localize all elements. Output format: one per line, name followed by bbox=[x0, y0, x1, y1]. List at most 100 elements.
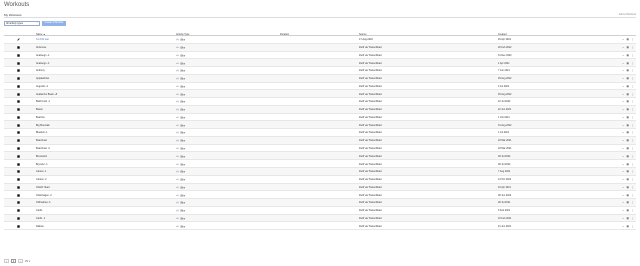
more-menu-icon[interactable]: ⋮ bbox=[631, 131, 634, 134]
workout-name[interactable]: Avalanche Basin +5 bbox=[36, 93, 57, 96]
calendar-icon[interactable]: ▦ bbox=[626, 77, 628, 80]
chart-icon[interactable]: ~ bbox=[622, 163, 624, 166]
workout-name[interactable]: Bluebell -1 bbox=[36, 131, 47, 134]
chart-icon[interactable]: ~ bbox=[622, 225, 624, 228]
workout-name[interactable]: Analisegn -4 bbox=[36, 62, 49, 65]
table-row[interactable]: Big Mountain Bike Zwift via TrainerRoad 31 … bbox=[4, 121, 636, 130]
more-menu-icon[interactable]: ⋮ bbox=[631, 178, 634, 181]
workout-name[interactable]: Dakota bbox=[36, 225, 44, 228]
more-menu-icon[interactable]: ⋮ bbox=[631, 116, 634, 119]
table-row[interactable]: Boardman Bike Zwift via TrainerRoad 18 Mar … bbox=[4, 136, 636, 145]
calendar-icon[interactable]: ▦ bbox=[626, 163, 628, 166]
more-menu-icon[interactable]: ⋮ bbox=[631, 217, 634, 220]
table-row[interactable]: Anthony Bike Zwift via TrainerRoad 7 Jun 20… bbox=[4, 67, 636, 75]
prev-page-button[interactable]: ‹ bbox=[4, 259, 9, 263]
calendar-icon[interactable]: ▦ bbox=[626, 62, 628, 65]
workout-name[interactable]: Chihuahua -3 bbox=[36, 201, 50, 204]
chart-icon[interactable]: ~ bbox=[622, 147, 624, 150]
more-menu-icon[interactable]: ⋮ bbox=[631, 201, 634, 204]
more-menu-icon[interactable]: ⋮ bbox=[631, 54, 634, 57]
chart-icon[interactable]: ~ bbox=[622, 38, 624, 41]
chart-icon[interactable]: ~ bbox=[622, 77, 624, 80]
table-row[interactable]: Boardman -2 Bike Zwift via TrainerRoad 18 M… bbox=[4, 145, 636, 153]
workout-name[interactable]: Carlin bbox=[36, 209, 42, 212]
more-menu-icon[interactable]: ⋮ bbox=[631, 194, 634, 197]
per-page-select[interactable]: 25 ▾ bbox=[25, 260, 30, 263]
workout-name[interactable]: Beatrice bbox=[36, 116, 45, 119]
calendar-icon[interactable]: ▦ bbox=[626, 225, 628, 228]
workout-name[interactable]: Appalachian bbox=[36, 77, 49, 80]
workout-name[interactable]: Bald Knob -1 bbox=[36, 100, 50, 103]
calendar-icon[interactable]: ▦ bbox=[626, 147, 628, 150]
chart-icon[interactable]: ~ bbox=[622, 54, 624, 57]
more-menu-icon[interactable]: ⋮ bbox=[631, 69, 634, 72]
table-row[interactable]: Augustin -1 Bike Zwift via TrainerRoad 3 Ju… bbox=[4, 83, 636, 91]
more-menu-icon[interactable]: ⋮ bbox=[631, 225, 634, 228]
calendar-icon[interactable]: ▦ bbox=[626, 108, 628, 111]
table-row[interactable]: Ardennes Bike Zwift via TrainerRoad 26 Feb … bbox=[4, 43, 636, 52]
workout-name[interactable]: Carson -2 bbox=[36, 178, 47, 181]
more-menu-icon[interactable]: ⋮ bbox=[631, 170, 634, 173]
calendar-icon[interactable]: ▦ bbox=[626, 186, 628, 189]
more-menu-icon[interactable]: ⋮ bbox=[631, 46, 634, 49]
more-menu-icon[interactable]: ⋮ bbox=[631, 147, 634, 150]
more-menu-icon[interactable]: ⋮ bbox=[631, 186, 634, 189]
activity-filter-select[interactable]: All activity types ⌄ bbox=[4, 21, 40, 26]
chart-icon[interactable]: ~ bbox=[622, 69, 624, 72]
workout-name[interactable]: Chatth Head bbox=[36, 186, 49, 189]
more-menu-icon[interactable]: ⋮ bbox=[631, 77, 634, 80]
more-menu-icon[interactable]: ⋮ bbox=[631, 124, 634, 127]
more-menu-icon[interactable]: ⋮ bbox=[631, 100, 634, 103]
more-menu-icon[interactable]: ⋮ bbox=[631, 85, 634, 88]
workout-name[interactable]: Boardman bbox=[36, 139, 47, 142]
table-row[interactable]: Chatth Head Bike Zwift via TrainerRoad 16 A… bbox=[4, 183, 636, 192]
calendar-icon[interactable]: ▦ bbox=[626, 155, 628, 158]
table-row[interactable]: Beatrice Bike Zwift via TrainerRoad 1 Oct 2… bbox=[4, 114, 636, 122]
calendar-icon[interactable]: ▦ bbox=[626, 124, 628, 127]
chart-icon[interactable]: ~ bbox=[622, 93, 624, 96]
table-row[interactable]: Bryceler -1 Bike Zwift via TrainerRoad 28 J… bbox=[4, 160, 636, 169]
workout-name[interactable]: Analisegn -2 bbox=[36, 54, 49, 57]
more-menu-icon[interactable]: ⋮ bbox=[631, 38, 634, 41]
workout-name[interactable]: Ardennes bbox=[36, 46, 46, 49]
table-row[interactable]: Carlin Bike Zwift via TrainerRoad 3 Feb 202… bbox=[4, 207, 636, 215]
more-menu-icon[interactable]: ⋮ bbox=[631, 93, 634, 96]
table-row[interactable]: Chatchagen -2 Bike Zwift via TrainerRoad 28… bbox=[4, 191, 636, 200]
calendar-icon[interactable]: ▦ bbox=[626, 131, 628, 134]
tab-my-workouts[interactable]: My Workouts bbox=[4, 13, 21, 17]
chart-icon[interactable]: ~ bbox=[622, 139, 624, 142]
chart-icon[interactable]: ~ bbox=[622, 209, 624, 212]
calendar-icon[interactable]: ▦ bbox=[626, 100, 628, 103]
workout-name[interactable]: Boardman -2 bbox=[36, 147, 50, 150]
calendar-icon[interactable]: ▦ bbox=[626, 54, 628, 57]
table-row[interactable]: Dakota Bike Zwift via TrainerRoad 21 Jun 20… bbox=[4, 222, 636, 231]
more-menu-icon[interactable]: ⋮ bbox=[631, 163, 634, 166]
chart-icon[interactable]: ~ bbox=[622, 194, 624, 197]
workout-name[interactable]: Brunswick bbox=[36, 155, 47, 158]
more-menu-icon[interactable]: ⋮ bbox=[631, 155, 634, 158]
chart-icon[interactable]: ~ bbox=[622, 178, 624, 181]
next-page-button[interactable]: › bbox=[18, 259, 23, 263]
table-row[interactable]: Bluebell -1 Bike Zwift via TrainerRoad 1 Ju… bbox=[4, 129, 636, 137]
more-menu-icon[interactable]: ⋮ bbox=[631, 62, 634, 65]
chart-icon[interactable]: ~ bbox=[622, 116, 624, 119]
table-row[interactable]: Baxter Bike Zwift via TrainerRoad 22 Jun 20… bbox=[4, 105, 636, 114]
workout-name[interactable]: Bryceler -1 bbox=[36, 163, 48, 166]
chart-icon[interactable]: ~ bbox=[622, 124, 624, 127]
chart-icon[interactable]: ~ bbox=[622, 85, 624, 88]
calendar-icon[interactable]: ▦ bbox=[626, 85, 628, 88]
calendar-icon[interactable]: ▦ bbox=[626, 69, 628, 72]
table-row[interactable]: Avalanche Basin +5 Bike Zwift via TrainerR… bbox=[4, 90, 636, 99]
chart-icon[interactable]: ~ bbox=[622, 170, 624, 173]
calendar-icon[interactable]: ▦ bbox=[626, 201, 628, 204]
workout-name[interactable]: Augustin -1 bbox=[36, 85, 48, 88]
workout-name[interactable]: Carson -1 bbox=[36, 170, 47, 173]
more-menu-icon[interactable]: ⋮ bbox=[631, 139, 634, 142]
chart-icon[interactable]: ~ bbox=[622, 201, 624, 204]
chart-icon[interactable]: ~ bbox=[622, 108, 624, 111]
chart-icon[interactable]: ~ bbox=[622, 131, 624, 134]
table-row[interactable]: Carson -1 Bike Zwift via TrainerRoad 7 Aug … bbox=[4, 168, 636, 176]
calendar-icon[interactable]: ▦ bbox=[626, 209, 628, 212]
calendar-icon[interactable]: ▦ bbox=[626, 139, 628, 142]
table-row[interactable]: Analisegn -2 Bike Zwift via TrainerRoad 31 … bbox=[4, 52, 636, 60]
